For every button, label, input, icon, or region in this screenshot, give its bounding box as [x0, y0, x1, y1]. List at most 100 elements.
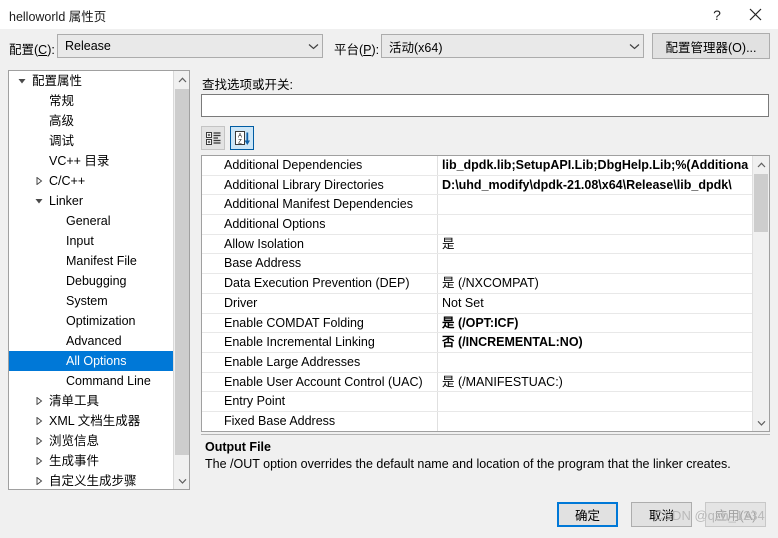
- configuration-manager-button[interactable]: 配置管理器(O)...: [652, 33, 770, 59]
- search-input[interactable]: [201, 94, 769, 117]
- property-value[interactable]: 是 (/OPT:ICF): [442, 314, 753, 332]
- tree-item-label: Optimization: [66, 314, 136, 328]
- property-value[interactable]: [442, 215, 753, 233]
- tree-item-xml[interactable]: XML 文档生成器: [9, 411, 173, 431]
- grid-scroll-down-button[interactable]: [753, 414, 769, 431]
- platform-dropdown[interactable]: 活动(x64): [381, 34, 644, 58]
- property-value[interactable]: Not Set: [442, 294, 753, 312]
- property-value[interactable]: [442, 392, 753, 410]
- tree-expand-arrow-down-icon[interactable]: [33, 191, 45, 211]
- grid-scroll-thumb[interactable]: [754, 174, 768, 232]
- tree-item-linker[interactable]: Linker: [9, 191, 173, 211]
- alphabetical-sort-button[interactable]: A Z: [230, 126, 254, 150]
- column-splitter[interactable]: [437, 234, 438, 254]
- tree-item-[interactable]: 自定义生成步骤: [9, 471, 173, 489]
- property-row[interactable]: Enable User Account Control (UAC) 是 (/MAN…: [202, 372, 753, 393]
- property-tree[interactable]: 配置属性 常规 高级 调试 VC++ 目录 C/C++ Linker General Input…: [9, 71, 173, 489]
- column-splitter[interactable]: [437, 411, 438, 431]
- tree-expand-arrow-right-icon[interactable]: [33, 451, 45, 471]
- column-splitter[interactable]: [437, 215, 438, 234]
- categorized-view-button[interactable]: [201, 126, 225, 150]
- column-splitter[interactable]: [437, 175, 438, 195]
- tree-item-[interactable]: 浏览信息: [9, 431, 173, 451]
- property-row[interactable]: Driver Not Set: [202, 293, 753, 314]
- property-value[interactable]: 否 (/INCREMENTAL:NO): [442, 333, 753, 351]
- tree-expand-arrow-down-icon[interactable]: [16, 71, 28, 91]
- tree-expand-arrow-right-icon[interactable]: [33, 471, 45, 489]
- cancel-button[interactable]: 取消: [631, 502, 692, 527]
- description-body: The /OUT option overrides the default na…: [205, 457, 731, 471]
- tree-item-label: System: [66, 294, 108, 308]
- tree-item-[interactable]: 高级: [9, 111, 173, 131]
- tree-item-c-c[interactable]: C/C++: [9, 171, 173, 191]
- tree-scroll-thumb[interactable]: [175, 89, 189, 455]
- tree-expand-arrow-right-icon[interactable]: [33, 411, 45, 431]
- tree-item-[interactable]: 生成事件: [9, 451, 173, 471]
- grid-scroll-up-button[interactable]: [753, 156, 769, 173]
- tree-scrollbar[interactable]: [173, 71, 189, 489]
- tree-item-[interactable]: 清单工具: [9, 391, 173, 411]
- property-row[interactable]: Base Address: [202, 254, 753, 275]
- tree-item-[interactable]: 常规: [9, 91, 173, 111]
- property-row[interactable]: Additional Library Directories D:\uhd_mod…: [202, 175, 753, 196]
- property-value[interactable]: 是 (/MANIFESTUAC:): [442, 373, 753, 391]
- tree-item-input[interactable]: Input: [9, 231, 173, 251]
- tree-item-advanced[interactable]: Advanced: [9, 331, 173, 351]
- property-value[interactable]: [442, 412, 753, 430]
- property-value[interactable]: D:\uhd_modify\dpdk-21.08\x64\Release\lib…: [442, 176, 753, 194]
- property-row[interactable]: Data Execution Prevention (DEP) 是 (/NXCOM…: [202, 274, 753, 294]
- description-title: Output File: [205, 440, 271, 454]
- property-row[interactable]: Additional Manifest Dependencies: [202, 195, 753, 216]
- tree-item-vc[interactable]: VC++ 目录: [9, 151, 173, 171]
- svg-text:A: A: [237, 133, 241, 139]
- property-row[interactable]: Additional Options: [202, 215, 753, 235]
- column-splitter[interactable]: [437, 352, 438, 372]
- tree-item-[interactable]: 调试: [9, 131, 173, 151]
- tree-scroll-up-button[interactable]: [174, 71, 189, 88]
- column-splitter[interactable]: [437, 313, 438, 333]
- column-splitter[interactable]: [437, 254, 438, 274]
- property-row[interactable]: Additional Dependencies lib_dpdk.lib;Setu…: [202, 156, 753, 176]
- property-value[interactable]: [442, 195, 753, 213]
- ok-button[interactable]: 确定: [557, 502, 618, 527]
- column-splitter[interactable]: [437, 274, 438, 293]
- column-splitter[interactable]: [437, 156, 438, 175]
- tree-expand-arrow-right-icon[interactable]: [33, 391, 45, 411]
- tree-item-manifest-file[interactable]: Manifest File: [9, 251, 173, 271]
- property-row[interactable]: Fixed Base Address: [202, 411, 753, 431]
- close-button[interactable]: [736, 0, 774, 29]
- grid-scrollbar[interactable]: [752, 156, 769, 431]
- tree-scroll-down-button[interactable]: [174, 472, 189, 489]
- platform-label: 平台(P):: [334, 43, 380, 57]
- platform-value: 活动(x64): [389, 40, 443, 55]
- tree-item-[interactable]: 配置属性: [9, 71, 173, 91]
- property-tree-panel: 配置属性 常规 高级 调试 VC++ 目录 C/C++ Linker General Input…: [8, 70, 190, 490]
- property-value[interactable]: [442, 254, 753, 272]
- property-value[interactable]: 是: [442, 235, 753, 253]
- column-splitter[interactable]: [437, 195, 438, 215]
- property-row[interactable]: Enable COMDAT Folding 是 (/OPT:ICF): [202, 313, 753, 334]
- tree-item-optimization[interactable]: Optimization: [9, 311, 173, 331]
- tree-item-command-line[interactable]: Command Line: [9, 371, 173, 391]
- column-splitter[interactable]: [437, 392, 438, 411]
- tree-item-general[interactable]: General: [9, 211, 173, 231]
- help-button[interactable]: ?: [698, 0, 736, 29]
- tree-item-all-options[interactable]: All Options: [9, 351, 173, 371]
- tree-expand-arrow-right-icon[interactable]: [33, 431, 45, 451]
- property-value[interactable]: [442, 353, 753, 371]
- tree-item-system[interactable]: System: [9, 291, 173, 311]
- property-row[interactable]: Allow Isolation 是: [202, 234, 753, 255]
- configuration-dropdown[interactable]: Release: [57, 34, 323, 58]
- column-splitter[interactable]: [437, 372, 438, 392]
- column-splitter[interactable]: [437, 333, 438, 352]
- description-pane: Output File The /OUT option overrides th…: [201, 434, 770, 490]
- property-row[interactable]: Entry Point: [202, 392, 753, 412]
- property-value[interactable]: 是 (/NXCOMPAT): [442, 274, 753, 292]
- property-value[interactable]: lib_dpdk.lib;SetupAPI.Lib;DbgHelp.Lib;%(…: [442, 156, 753, 174]
- tree-expand-arrow-right-icon[interactable]: [33, 171, 45, 191]
- tree-item-debugging[interactable]: Debugging: [9, 271, 173, 291]
- property-row[interactable]: Enable Incremental Linking 否 (/INCREMENTA…: [202, 333, 753, 353]
- column-splitter[interactable]: [437, 293, 438, 313]
- property-name: Allow Isolation: [224, 236, 304, 251]
- property-row[interactable]: Enable Large Addresses: [202, 352, 753, 373]
